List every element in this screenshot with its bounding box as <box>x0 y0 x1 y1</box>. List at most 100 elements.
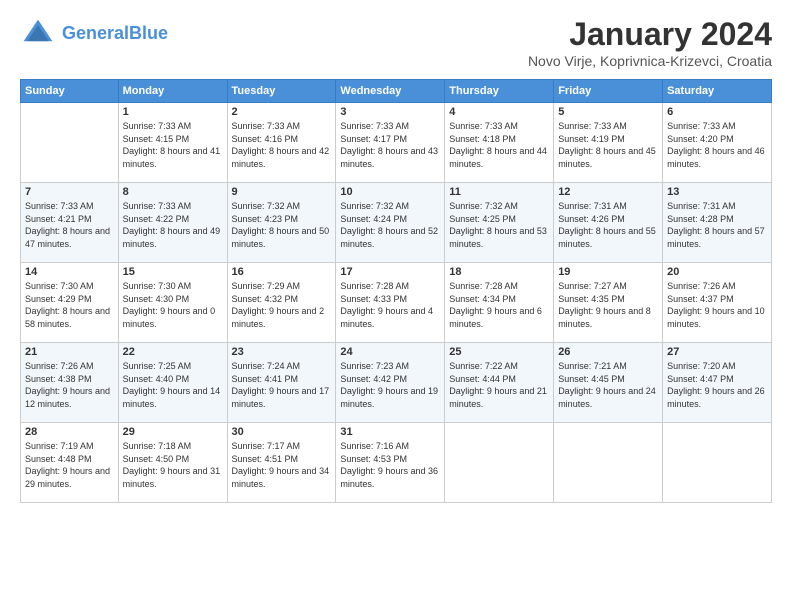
day-number: 15 <box>123 266 223 278</box>
calendar-cell: 19 Sunrise: 7:27 AMSunset: 4:35 PMDayligh… <box>554 263 663 343</box>
day-info: Sunrise: 7:32 AMSunset: 4:24 PMDaylight:… <box>340 200 440 250</box>
calendar-cell: 20 Sunrise: 7:26 AMSunset: 4:37 PMDayligh… <box>663 263 772 343</box>
day-info: Sunrise: 7:32 AMSunset: 4:23 PMDaylight:… <box>232 200 332 250</box>
day-info: Sunrise: 7:33 AMSunset: 4:19 PMDaylight:… <box>558 120 658 170</box>
week-row-3: 14 Sunrise: 7:30 AMSunset: 4:29 PMDayligh… <box>21 263 772 343</box>
weekday-header-monday: Monday <box>118 80 227 103</box>
day-info: Sunrise: 7:30 AMSunset: 4:29 PMDaylight:… <box>25 280 114 330</box>
logo-text: GeneralBlue <box>62 23 168 45</box>
day-info: Sunrise: 7:21 AMSunset: 4:45 PMDaylight:… <box>558 360 658 410</box>
logo: GeneralBlue <box>20 16 168 52</box>
day-number: 16 <box>232 266 332 278</box>
day-number: 25 <box>449 346 549 358</box>
day-number: 17 <box>340 266 440 278</box>
day-number: 23 <box>232 346 332 358</box>
logo-blue: Blue <box>129 23 168 43</box>
calendar-cell: 27 Sunrise: 7:20 AMSunset: 4:47 PMDayligh… <box>663 343 772 423</box>
day-info: Sunrise: 7:29 AMSunset: 4:32 PMDaylight:… <box>232 280 332 330</box>
day-info: Sunrise: 7:26 AMSunset: 4:38 PMDaylight:… <box>25 360 114 410</box>
weekday-header-tuesday: Tuesday <box>227 80 336 103</box>
day-info: Sunrise: 7:31 AMSunset: 4:28 PMDaylight:… <box>667 200 767 250</box>
day-number: 6 <box>667 106 767 118</box>
calendar-cell: 23 Sunrise: 7:24 AMSunset: 4:41 PMDayligh… <box>227 343 336 423</box>
day-number: 1 <box>123 106 223 118</box>
day-number: 28 <box>25 426 114 438</box>
day-info: Sunrise: 7:26 AMSunset: 4:37 PMDaylight:… <box>667 280 767 330</box>
calendar-cell: 21Sunrise: 7:26 AMSunset: 4:38 PMDayligh… <box>21 343 119 423</box>
weekday-header-sunday: Sunday <box>21 80 119 103</box>
day-number: 20 <box>667 266 767 278</box>
calendar-cell <box>21 103 119 183</box>
day-info: Sunrise: 7:28 AMSunset: 4:34 PMDaylight:… <box>449 280 549 330</box>
day-number: 5 <box>558 106 658 118</box>
day-info: Sunrise: 7:20 AMSunset: 4:47 PMDaylight:… <box>667 360 767 410</box>
day-info: Sunrise: 7:24 AMSunset: 4:41 PMDaylight:… <box>232 360 332 410</box>
day-number: 31 <box>340 426 440 438</box>
calendar-cell: 17 Sunrise: 7:28 AMSunset: 4:33 PMDayligh… <box>336 263 445 343</box>
day-number: 27 <box>667 346 767 358</box>
week-row-5: 28 Sunrise: 7:19 AMSunset: 4:48 PMDayligh… <box>21 423 772 503</box>
week-row-2: 7Sunrise: 7:33 AMSunset: 4:21 PMDaylight… <box>21 183 772 263</box>
day-number: 4 <box>449 106 549 118</box>
location-title: Novo Virje, Koprivnica-Krizevci, Croatia <box>528 53 772 69</box>
calendar-cell: 31Sunrise: 7:16 AMSunset: 4:53 PMDayligh… <box>336 423 445 503</box>
day-info: Sunrise: 7:33 AMSunset: 4:16 PMDaylight:… <box>232 120 332 170</box>
day-number: 22 <box>123 346 223 358</box>
day-info: Sunrise: 7:18 AMSunset: 4:50 PMDaylight:… <box>123 440 223 490</box>
day-info: Sunrise: 7:33 AMSunset: 4:18 PMDaylight:… <box>449 120 549 170</box>
day-number: 13 <box>667 186 767 198</box>
day-info: Sunrise: 7:31 AMSunset: 4:26 PMDaylight:… <box>558 200 658 250</box>
day-number: 3 <box>340 106 440 118</box>
day-info: Sunrise: 7:25 AMSunset: 4:40 PMDaylight:… <box>123 360 223 410</box>
calendar-cell: 18 Sunrise: 7:28 AMSunset: 4:34 PMDayligh… <box>445 263 554 343</box>
calendar-cell <box>554 423 663 503</box>
logo-general: General <box>62 23 129 43</box>
day-info: Sunrise: 7:27 AMSunset: 4:35 PMDaylight:… <box>558 280 658 330</box>
calendar-cell <box>445 423 554 503</box>
day-number: 14 <box>25 266 114 278</box>
day-number: 24 <box>340 346 440 358</box>
day-info: Sunrise: 7:33 AMSunset: 4:21 PMDaylight:… <box>25 200 114 250</box>
day-info: Sunrise: 7:30 AMSunset: 4:30 PMDaylight:… <box>123 280 223 330</box>
day-number: 19 <box>558 266 658 278</box>
calendar-cell: 1 Sunrise: 7:33 AMSunset: 4:15 PMDaylight… <box>118 103 227 183</box>
day-number: 8 <box>123 186 223 198</box>
day-number: 9 <box>232 186 332 198</box>
weekday-header-wednesday: Wednesday <box>336 80 445 103</box>
month-title: January 2024 <box>528 16 772 53</box>
weekday-header-friday: Friday <box>554 80 663 103</box>
calendar-cell: 26Sunrise: 7:21 AMSunset: 4:45 PMDayligh… <box>554 343 663 423</box>
calendar-cell: 7Sunrise: 7:33 AMSunset: 4:21 PMDaylight… <box>21 183 119 263</box>
calendar-cell: 28 Sunrise: 7:19 AMSunset: 4:48 PMDayligh… <box>21 423 119 503</box>
weekday-header-thursday: Thursday <box>445 80 554 103</box>
day-number: 11 <box>449 186 549 198</box>
calendar-cell: 9 Sunrise: 7:32 AMSunset: 4:23 PMDaylight… <box>227 183 336 263</box>
calendar-cell: 29Sunrise: 7:18 AMSunset: 4:50 PMDayligh… <box>118 423 227 503</box>
calendar-cell: 12Sunrise: 7:31 AMSunset: 4:26 PMDayligh… <box>554 183 663 263</box>
day-info: Sunrise: 7:32 AMSunset: 4:25 PMDaylight:… <box>449 200 549 250</box>
calendar-cell <box>663 423 772 503</box>
calendar-cell: 10 Sunrise: 7:32 AMSunset: 4:24 PMDayligh… <box>336 183 445 263</box>
day-info: Sunrise: 7:19 AMSunset: 4:48 PMDaylight:… <box>25 440 114 490</box>
day-info: Sunrise: 7:33 AMSunset: 4:22 PMDaylight:… <box>123 200 223 250</box>
day-number: 18 <box>449 266 549 278</box>
week-row-1: 1 Sunrise: 7:33 AMSunset: 4:15 PMDaylight… <box>21 103 772 183</box>
weekday-header-row: SundayMondayTuesdayWednesdayThursdayFrid… <box>21 80 772 103</box>
calendar-table: SundayMondayTuesdayWednesdayThursdayFrid… <box>20 79 772 503</box>
day-info: Sunrise: 7:33 AMSunset: 4:20 PMDaylight:… <box>667 120 767 170</box>
day-number: 2 <box>232 106 332 118</box>
header: GeneralBlue January 2024 Novo Virje, Kop… <box>20 16 772 69</box>
calendar-cell: 2 Sunrise: 7:33 AMSunset: 4:16 PMDaylight… <box>227 103 336 183</box>
day-info: Sunrise: 7:33 AMSunset: 4:15 PMDaylight:… <box>123 120 223 170</box>
title-area: January 2024 Novo Virje, Koprivnica-Kriz… <box>528 16 772 69</box>
calendar-cell: 5 Sunrise: 7:33 AMSunset: 4:19 PMDaylight… <box>554 103 663 183</box>
calendar-cell: 11 Sunrise: 7:32 AMSunset: 4:25 PMDayligh… <box>445 183 554 263</box>
calendar-cell: 15 Sunrise: 7:30 AMSunset: 4:30 PMDayligh… <box>118 263 227 343</box>
weekday-header-saturday: Saturday <box>663 80 772 103</box>
day-number: 30 <box>232 426 332 438</box>
logo-icon <box>20 16 56 52</box>
day-number: 10 <box>340 186 440 198</box>
day-info: Sunrise: 7:28 AMSunset: 4:33 PMDaylight:… <box>340 280 440 330</box>
calendar-cell: 14 Sunrise: 7:30 AMSunset: 4:29 PMDayligh… <box>21 263 119 343</box>
week-row-4: 21Sunrise: 7:26 AMSunset: 4:38 PMDayligh… <box>21 343 772 423</box>
